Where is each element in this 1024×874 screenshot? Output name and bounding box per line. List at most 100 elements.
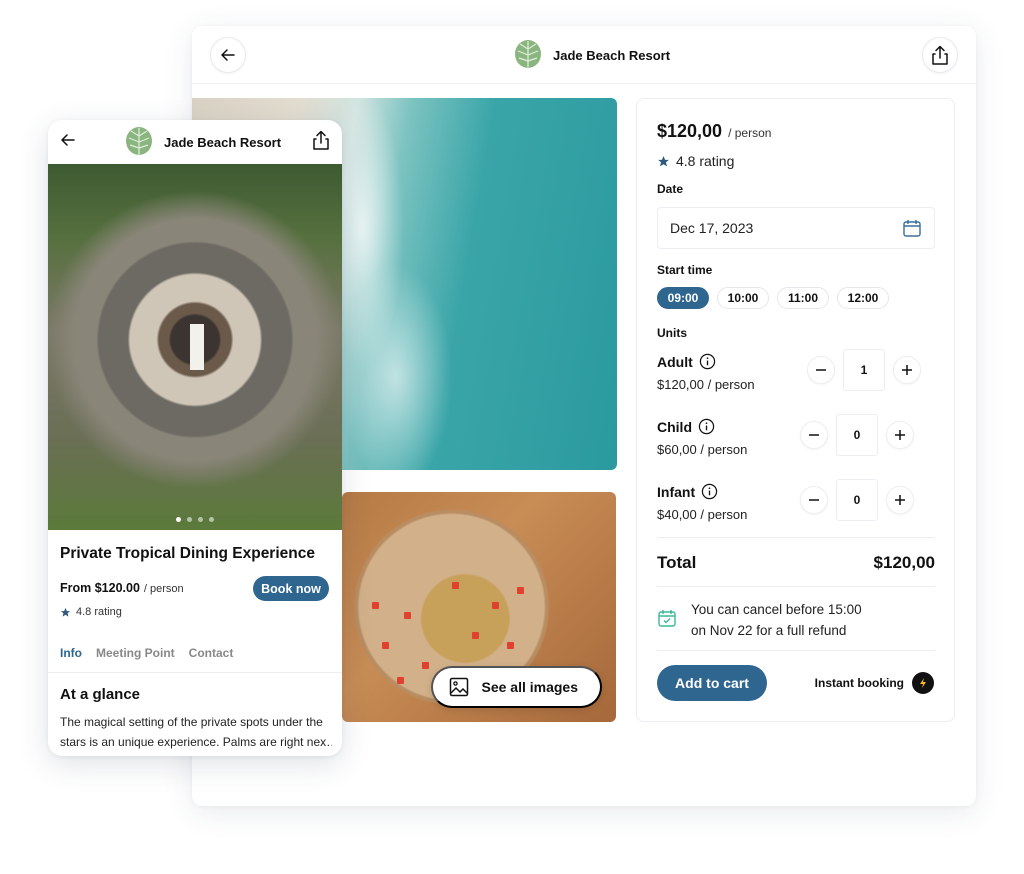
star-icon [60, 607, 71, 617]
description-line-1: The magical setting of the private spots… [60, 715, 323, 729]
total-label: Total [657, 553, 697, 572]
unit-price: $120,00 / person [657, 377, 755, 392]
add-to-cart-button[interactable]: Add to cart [657, 665, 767, 701]
minus-icon [809, 434, 819, 436]
arrow-left-icon [221, 49, 235, 61]
decrement-button[interactable] [807, 356, 835, 384]
from-price-unit: / person [143, 583, 184, 595]
decrement-button[interactable] [800, 486, 828, 514]
share-icon [932, 45, 948, 65]
carousel-dot[interactable] [209, 517, 214, 522]
mobile-tabs: Info Meeting Point Contact [60, 646, 233, 660]
divider [657, 537, 935, 538]
total-value: $120,00 [873, 553, 935, 572]
palm-leaf-logo-icon [126, 127, 152, 156]
unit-price: $40,00 / person [657, 507, 748, 522]
unit-name: Infant [657, 483, 718, 500]
carousel-dots [176, 517, 214, 522]
quantity-value[interactable]: 0 [836, 414, 878, 456]
unit-name-text: Infant [657, 483, 696, 500]
info-icon[interactable] [701, 483, 718, 500]
quantity-value[interactable]: 0 [836, 479, 878, 521]
from-price: From $120.00 / person [60, 581, 184, 595]
increment-button[interactable] [886, 486, 914, 514]
tabs-divider [48, 672, 342, 673]
instant-booking-label: Instant booking [814, 676, 904, 690]
increment-button[interactable] [886, 421, 914, 449]
mobile-brand-name: Jade Beach Resort [164, 134, 282, 150]
plus-icon [902, 365, 912, 375]
unit-infant: Infant $40,00 / person 0 [657, 479, 935, 533]
carousel-dot[interactable] [187, 517, 192, 522]
gallery-image-food[interactable]: See all images [342, 492, 616, 722]
units-label: Units [657, 326, 687, 340]
carousel-dot[interactable] [176, 517, 181, 522]
see-all-images-button[interactable]: See all images [431, 666, 602, 708]
back-button[interactable] [210, 37, 246, 73]
booking-panel: $120,00 / person 4.8 rating Date Dec 17,… [636, 98, 955, 722]
price-amount: $120,00 [657, 121, 723, 141]
arrow-left-icon [61, 134, 75, 146]
description-line-2: stars is an unique experience. Palms are… [60, 735, 332, 749]
mobile-carousel-image[interactable] [48, 164, 342, 530]
tab-info[interactable]: Info [60, 646, 82, 660]
photo-detail [190, 324, 204, 370]
unit-price: $60,00 / person [657, 442, 748, 457]
image-icon [450, 677, 469, 697]
quantity-value[interactable]: 1 [843, 349, 885, 391]
mobile-rating-text: 4.8 rating [76, 606, 122, 618]
cancellation-line-2: on Nov 22 for a full refund [691, 623, 847, 638]
mobile-back-button[interactable] [60, 132, 76, 151]
star-icon [658, 155, 669, 166]
divider [657, 586, 935, 587]
mobile-header: Jade Beach Resort [48, 120, 342, 164]
from-price-amount: From $120.00 [60, 581, 140, 595]
experience-title: Private Tropical Dining Experience [60, 545, 315, 562]
price-unit: / person [728, 126, 772, 140]
brand: Jade Beach Resort [513, 39, 670, 71]
unit-name: Child [657, 418, 715, 435]
tab-meeting-point[interactable]: Meeting Point [96, 646, 175, 660]
unit-name-text: Adult [657, 353, 693, 370]
minus-icon [809, 499, 819, 501]
unit-adult: Adult $120,00 / person 1 [657, 349, 935, 403]
mobile-card: Jade Beach Resort Private Tropical Dinin… [48, 120, 342, 756]
plus-icon [895, 495, 905, 505]
desktop-header: Jade Beach Resort [192, 26, 976, 84]
mobile-share-button[interactable] [312, 130, 330, 153]
book-now-button[interactable]: Book now [253, 576, 329, 601]
time-chip-1100[interactable]: 11:00 [777, 287, 829, 309]
cancellation-policy: You can cancel before 15:00 on Nov 22 fo… [657, 599, 862, 641]
calendar-check-icon [658, 610, 676, 627]
cancellation-line-1: You can cancel before 15:00 [691, 602, 862, 617]
calendar-icon[interactable] [902, 218, 922, 238]
mobile-rating: 4.8 rating [60, 606, 122, 618]
tab-contact[interactable]: Contact [189, 646, 234, 660]
date-label: Date [657, 182, 684, 196]
unit-name: Adult [657, 353, 716, 370]
instant-booking: Instant booking [815, 672, 934, 694]
description: The magical setting of the private spots… [60, 712, 332, 752]
time-chip-1200[interactable]: 12:00 [837, 287, 889, 309]
info-icon[interactable] [698, 418, 715, 435]
start-time-label: Start time [657, 263, 713, 277]
unit-child: Child $60,00 / person 0 [657, 414, 935, 468]
date-picker[interactable]: Dec 17, 2023 [657, 207, 935, 249]
lightning-icon [912, 672, 934, 694]
child-quantity-stepper: 0 [800, 414, 914, 456]
section-title: At a glance [60, 686, 141, 703]
rating: 4.8 rating [657, 153, 734, 169]
time-chip-0900[interactable]: 09:00 [657, 287, 709, 309]
infant-quantity-stepper: 0 [800, 479, 914, 521]
increment-button[interactable] [893, 356, 921, 384]
time-chip-1000[interactable]: 10:00 [717, 287, 769, 309]
carousel-dot[interactable] [198, 517, 203, 522]
total-row: Total $120,00 [657, 553, 935, 573]
date-value: Dec 17, 2023 [670, 220, 754, 236]
see-all-images-label: See all images [481, 679, 578, 695]
decrement-button[interactable] [800, 421, 828, 449]
share-button[interactable] [922, 37, 958, 73]
info-icon[interactable] [699, 353, 716, 370]
unit-name-text: Child [657, 418, 692, 435]
plus-icon [895, 430, 905, 440]
